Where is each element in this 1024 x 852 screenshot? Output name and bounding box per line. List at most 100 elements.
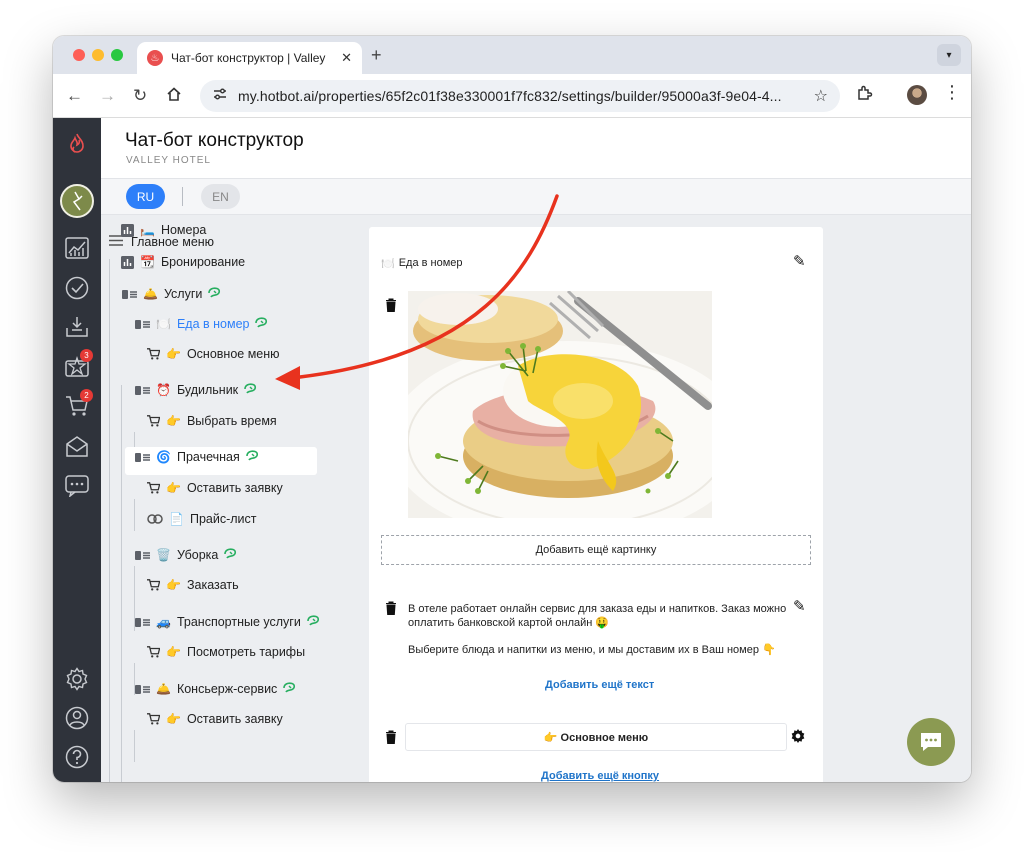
tree-node[interactable]: 👉 Оставить заявку <box>147 481 283 495</box>
browser-tab[interactable]: ♨ Чат-бот конструктор | Valley ✕ <box>137 42 362 74</box>
chat-widget-icon <box>921 733 941 751</box>
page-header: Чат-бот конструктор VALLEY HOTEL <box>101 118 971 179</box>
add-button-link[interactable]: Добавить ещё кнопку <box>541 770 659 782</box>
edit-title-pencil-icon[interactable]: ✎ <box>793 252 806 270</box>
sync-leaf-icon <box>208 287 221 301</box>
sync-leaf-icon <box>283 682 296 696</box>
reload-icon[interactable]: ↻ <box>133 86 147 106</box>
tree-node-emoji: 🚙 <box>156 615 171 629</box>
cart-icon[interactable]: 2 <box>65 389 93 418</box>
tree-node[interactable]: 🛎️ Консьерж-сервис <box>134 682 296 696</box>
tree-node[interactable]: 👉 Выбрать время <box>147 414 277 428</box>
cart-icon <box>147 579 160 592</box>
sync-leaf-icon <box>255 317 268 331</box>
menu-card-icon <box>134 384 150 397</box>
bookmark-star-icon[interactable]: ☆ <box>814 86 828 106</box>
link-icon <box>147 513 163 526</box>
hotbot-logo-icon[interactable] <box>65 132 89 156</box>
hamburger-icon[interactable] <box>109 235 123 249</box>
add-image-button[interactable]: Добавить ещё картинку <box>381 535 811 565</box>
bar-chart-icon <box>121 223 134 237</box>
chat-bubble-icon[interactable] <box>65 474 89 498</box>
back-arrow-icon[interactable]: ← <box>66 86 83 106</box>
property-avatar[interactable] <box>60 184 94 218</box>
message-text[interactable]: В отеле работает онлайн сервис для заказ… <box>408 602 798 657</box>
tree-root[interactable]: Главное меню <box>109 235 214 249</box>
close-window-button[interactable] <box>73 49 85 61</box>
inbox-download-icon[interactable] <box>65 315 89 339</box>
tasks-check-icon[interactable] <box>65 276 89 300</box>
tree-node-label: Основное меню <box>186 347 280 361</box>
add-text-link[interactable]: Добавить ещё текст <box>545 679 654 691</box>
lang-divider <box>182 187 183 206</box>
sync-leaf-icon <box>245 450 259 464</box>
tree-node-emoji: 🛎️ <box>143 287 158 301</box>
tree-node-label: Бронирование <box>160 255 246 269</box>
tree-node[interactable]: 🛏️ Номера <box>121 223 206 237</box>
tree-node-label: Номера <box>160 223 207 237</box>
button-settings-gear-icon[interactable] <box>790 728 806 749</box>
maximize-window-button[interactable] <box>111 49 123 61</box>
menu-card-icon <box>134 549 150 562</box>
bot-button-main-menu[interactable]: 👉 Основное меню <box>405 723 787 751</box>
browser-menu-icon[interactable]: ⋮ <box>943 82 961 103</box>
forward-arrow-icon[interactable]: → <box>99 86 116 106</box>
message-paragraph: Выберите блюда и напитки из меню, и мы д… <box>408 644 776 656</box>
tree-node[interactable]: 📄 Прайс-лист <box>147 512 257 526</box>
minimize-window-button[interactable] <box>92 49 104 61</box>
menu-card-icon <box>134 616 150 629</box>
analytics-icon[interactable] <box>65 236 89 260</box>
user-account-icon[interactable] <box>65 706 89 730</box>
bar-chart-icon <box>121 255 134 269</box>
tree-node-emoji: 👉 <box>166 578 181 592</box>
tree-node[interactable]: ⏰ Будильник <box>134 383 257 397</box>
tree-node[interactable]: 🗑️ Уборка <box>134 548 237 562</box>
tree-node[interactable]: 🍽️ Еда в номер <box>134 317 268 331</box>
lang-ru-button[interactable]: RU <box>126 184 165 209</box>
tree-node-label: Услуги <box>163 287 203 301</box>
tree-node-label: Оставить заявку <box>186 481 283 495</box>
tree-node[interactable]: 👉 Основное меню <box>147 347 280 361</box>
reviews-star-icon[interactable]: 3 <box>65 349 93 378</box>
extensions-icon[interactable] <box>856 85 873 107</box>
new-tab-button[interactable]: + <box>371 45 382 66</box>
app-main: Чат-бот конструктор VALLEY HOTEL RU EN Г… <box>101 118 971 782</box>
page-subtitle: VALLEY HOTEL <box>126 155 211 166</box>
chat-widget-button[interactable] <box>907 718 955 766</box>
delete-image-trash-icon[interactable] <box>385 298 397 312</box>
settings-gear-icon[interactable] <box>65 667 89 691</box>
mail-icon[interactable] <box>65 434 89 458</box>
menu-card-icon <box>121 288 137 301</box>
tree-line <box>134 499 135 531</box>
tree-node[interactable]: 🌀 Прачечная <box>134 450 259 464</box>
tree-node-label: Прачечная <box>176 450 240 464</box>
tree-node[interactable]: 🛎️ Услуги <box>121 287 221 301</box>
site-info-icon[interactable] <box>212 87 228 106</box>
tree-node-label: Уборка <box>176 548 219 562</box>
address-bar[interactable]: my.hotbot.ai/properties/65f2c01f38e33000… <box>200 80 840 112</box>
tree-node-emoji: 👉 <box>166 414 181 428</box>
tree-node[interactable]: 📆 Бронирование <box>121 255 245 269</box>
help-icon[interactable] <box>65 745 89 769</box>
tree-node-label: Еда в номер <box>176 317 250 331</box>
tree-node-emoji: 📆 <box>140 255 155 269</box>
tree-line <box>109 259 110 782</box>
tree-node[interactable]: 👉 Заказать <box>147 578 239 592</box>
tree-node-label: Будильник <box>176 383 239 397</box>
tree-node[interactable]: 👉 Посмотреть тарифы <box>147 645 305 659</box>
tree-node-emoji: ⏰ <box>156 383 171 397</box>
tree-node[interactable]: 👉 Оставить заявку <box>147 712 283 726</box>
hotbot-favicon-icon: ♨ <box>147 50 163 66</box>
tab-search-button[interactable]: ▾ <box>937 44 961 66</box>
tree-node[interactable]: 🚙 Транспортные услуги <box>134 615 320 629</box>
delete-button-trash-icon[interactable] <box>385 730 397 744</box>
tab-close-icon[interactable]: ✕ <box>341 50 352 66</box>
profile-avatar[interactable] <box>907 85 927 105</box>
tree-node-label: Прайс-лист <box>189 512 257 526</box>
tree-node-emoji: 🛏️ <box>140 223 155 237</box>
delete-text-trash-icon[interactable] <box>385 601 397 615</box>
cart-icon <box>147 713 160 726</box>
sync-leaf-icon <box>244 383 257 397</box>
home-icon[interactable] <box>166 86 182 107</box>
lang-en-button[interactable]: EN <box>201 184 240 209</box>
